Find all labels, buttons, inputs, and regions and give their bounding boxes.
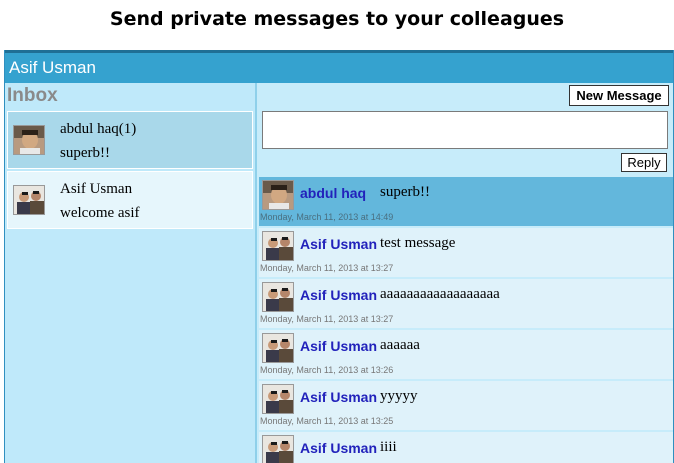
message-sender[interactable]: Asif Usman <box>300 338 377 354</box>
inbox-sidebar: Inbox abdul haq(1) superb!! Asif Usman w… <box>5 83 257 463</box>
message-sender[interactable]: abdul haq <box>300 185 366 201</box>
conversation-preview: welcome asif <box>60 205 140 221</box>
conversation-preview: superb!! <box>60 145 110 161</box>
page-caption: Send private messages to your colleagues <box>109 8 565 30</box>
message-sender[interactable]: Asif Usman <box>300 389 377 405</box>
top-bar: Asif Usman <box>5 50 673 83</box>
message-timestamp: Monday, March 11, 2013 at 13:25 <box>260 416 394 426</box>
inbox-title: Inbox <box>7 85 58 106</box>
reply-button[interactable]: Reply <box>621 153 667 172</box>
message-timestamp: Monday, March 11, 2013 at 13:27 <box>260 263 394 273</box>
message-text: superb!! <box>380 184 430 200</box>
message-item[interactable]: Asif Usman yyyyy Monday, March 11, 2013 … <box>259 381 673 430</box>
group-avatar-icon <box>13 185 45 215</box>
conversation-name: Asif Usman <box>60 181 133 197</box>
conversation-item[interactable]: abdul haq(1) superb!! <box>7 111 253 169</box>
message-timestamp: Monday, March 11, 2013 at 14:49 <box>260 212 394 222</box>
message-item[interactable]: Asif Usman aaaaaa Monday, March 11, 2013… <box>259 330 673 379</box>
message-text: test message <box>380 235 456 251</box>
conversation-item[interactable]: Asif Usman welcome asif <box>7 171 253 229</box>
message-text: aaaaaa <box>380 337 420 353</box>
message-text: aaaaaaaaaaaaaaaaaa <box>380 286 500 302</box>
message-item[interactable]: Asif Usman iiii <box>259 432 673 463</box>
new-message-button[interactable]: New Message <box>569 85 669 106</box>
message-sender[interactable]: Asif Usman <box>300 287 377 303</box>
messaging-app: Asif Usman Inbox abdul haq(1) superb!! A… <box>4 50 674 463</box>
message-item[interactable]: abdul haq superb!! Monday, March 11, 201… <box>259 177 673 226</box>
message-timestamp: Monday, March 11, 2013 at 13:26 <box>260 365 394 375</box>
message-sender[interactable]: Asif Usman <box>300 236 377 252</box>
message-text: yyyyy <box>380 388 418 404</box>
message-item[interactable]: Asif Usman aaaaaaaaaaaaaaaaaa Monday, Ma… <box>259 279 673 328</box>
group-avatar-icon <box>262 282 294 312</box>
message-timestamp: Monday, March 11, 2013 at 13:27 <box>260 314 394 324</box>
message-item[interactable]: Asif Usman test message Monday, March 11… <box>259 228 673 277</box>
message-text: iiii <box>380 439 397 455</box>
current-user-name: Asif Usman <box>9 58 96 77</box>
group-avatar-icon <box>262 435 294 463</box>
reply-input[interactable] <box>262 111 668 149</box>
group-avatar-icon <box>262 333 294 363</box>
message-sender[interactable]: Asif Usman <box>300 440 377 456</box>
group-avatar-icon <box>262 384 294 414</box>
group-avatar-icon <box>262 231 294 261</box>
message-list: abdul haq superb!! Monday, March 11, 201… <box>259 177 673 463</box>
message-pane: New Message Reply abdul haq superb!! Mon… <box>259 83 673 463</box>
man-avatar-icon <box>262 180 294 210</box>
man-avatar-icon <box>13 125 45 155</box>
conversation-name: abdul haq(1) <box>60 121 137 137</box>
